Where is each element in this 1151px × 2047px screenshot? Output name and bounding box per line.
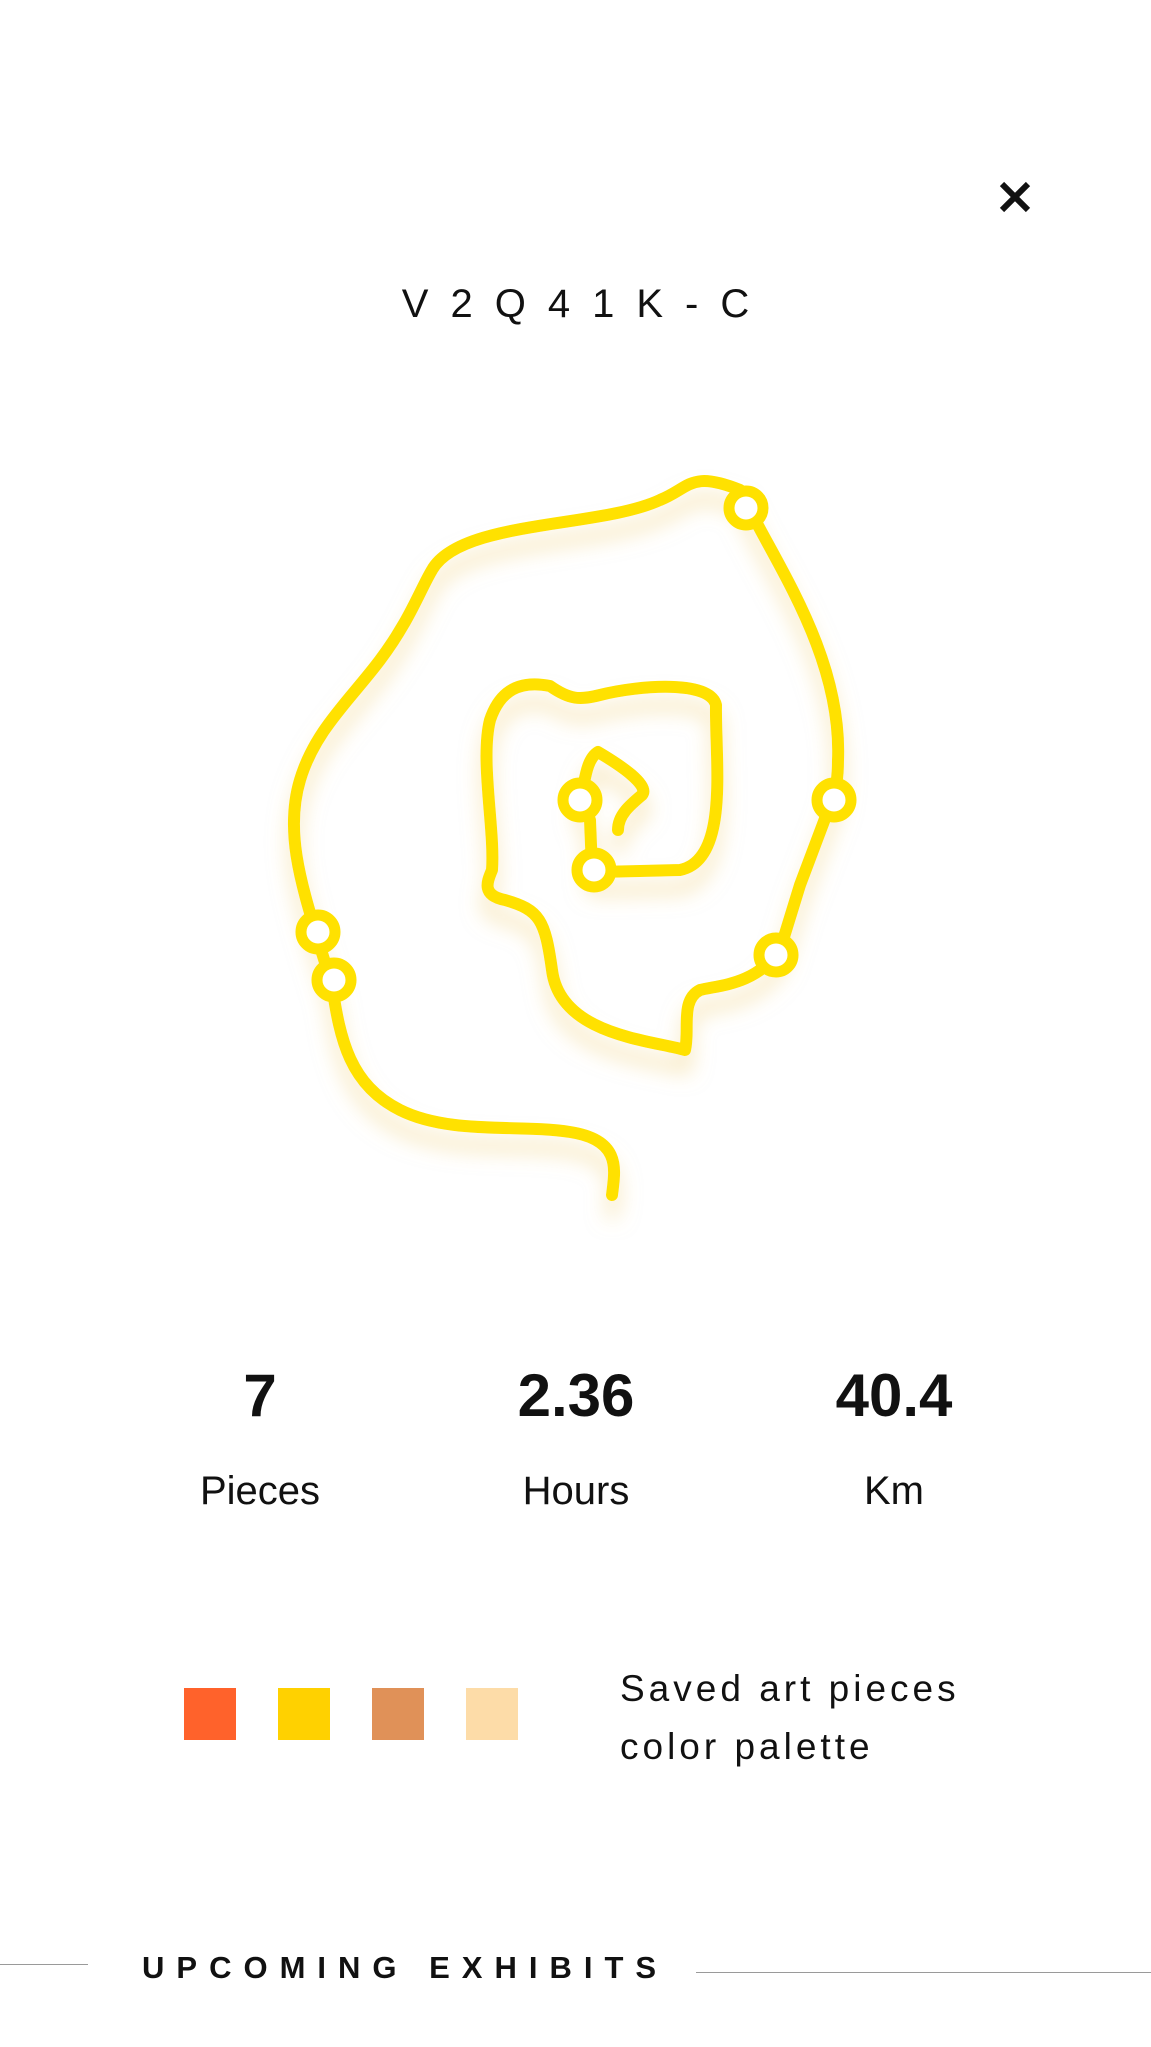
stat-km-label: Km [864, 1469, 924, 1513]
piece-code-title: V2Q41K-C [401, 282, 772, 326]
stat-hours-label: Hours [522, 1469, 630, 1513]
palette-caption-line: color palette [620, 1726, 874, 1767]
stat-km-value: 40.4 [835, 1362, 953, 1429]
section-title: UPCOMING EXHIBITS [142, 1950, 669, 1985]
divider-left [0, 1964, 88, 1965]
route-node [753, 932, 799, 978]
route-node [295, 909, 341, 955]
route-node [311, 957, 357, 1003]
palette-swatch [184, 1688, 236, 1740]
route-line [287, 475, 845, 1201]
close-button[interactable] [990, 172, 1040, 222]
stat-pieces-value: 7 [243, 1362, 277, 1429]
palette-swatch [278, 1688, 330, 1740]
palette-swatch [372, 1688, 424, 1740]
route-node [571, 847, 617, 893]
route-node [557, 777, 603, 823]
route-node [811, 777, 857, 823]
stat-hours: 2.36 Hours [446, 1361, 706, 1515]
route-path-art [287, 475, 857, 1201]
upcoming-exhibits-header: UPCOMING EXHIBITS [0, 1948, 1151, 1988]
divider-right [696, 1972, 1151, 1973]
palette-caption-line: Saved art pieces [620, 1668, 960, 1709]
color-palette [184, 1688, 518, 1740]
route-nodes [295, 485, 857, 1003]
route-node [723, 485, 769, 531]
palette-caption: Saved art pieces color palette [620, 1660, 960, 1776]
stat-hours-value: 2.36 [517, 1362, 635, 1429]
stat-pieces-label: Pieces [199, 1469, 321, 1513]
stat-pieces: 7 Pieces [130, 1361, 390, 1515]
palette-swatch [466, 1688, 518, 1740]
close-icon [999, 181, 1031, 213]
stat-km: 40.4 Km [764, 1361, 1024, 1515]
